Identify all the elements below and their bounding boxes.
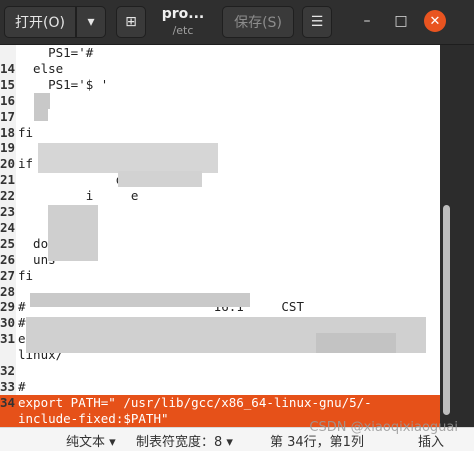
code-line: 27 fi <box>0 268 440 284</box>
code-text: PS1='# <box>18 45 94 60</box>
new-document-icon[interactable]: ⊞ <box>116 6 146 38</box>
line-number: 23 <box>0 204 16 219</box>
code-line: 32 <box>0 363 440 379</box>
document-path: /etc <box>172 24 194 37</box>
line-number: 26 <box>0 251 16 267</box>
code-text: do <box>18 235 49 251</box>
code-line: PS1='# <box>0 45 440 61</box>
language-selector[interactable]: 纯文本 ▾ <box>66 431 116 450</box>
save-button[interactable]: 保存(S) <box>222 6 294 38</box>
code-line: 15 PS1='$ ' <box>0 77 440 93</box>
code-text: include-fixed:$PATH" <box>18 410 169 426</box>
line-number: 16 <box>0 92 16 108</box>
code-line: 16 <box>0 93 440 109</box>
document-title: pro... <box>161 6 205 22</box>
code-text: else <box>18 60 64 76</box>
line-number: 29 <box>0 299 16 315</box>
code-line: 21 d/*.sh; do <box>0 172 440 188</box>
blur-block <box>38 143 218 173</box>
watermark: CSDN @xiaoqixiaoguai <box>309 420 458 435</box>
code-text: i e <box>18 188 139 204</box>
code-text: fi <box>18 267 34 283</box>
line-number: 18 <box>0 124 16 140</box>
line-number: 31 <box>0 331 16 347</box>
line-number: 28 <box>0 283 16 299</box>
blur-block <box>48 205 98 261</box>
line-number: 30 <box>0 315 16 331</box>
code-line: 14 else <box>0 61 440 77</box>
line-number: 27 <box>0 267 16 283</box>
tab-width-selector[interactable]: 制表符宽度：8 ▾ <box>136 431 233 450</box>
blur-block <box>316 333 396 353</box>
line-number: 34 <box>0 394 16 410</box>
line-number: 17 <box>0 108 16 124</box>
line-number: 14 <box>0 60 16 76</box>
minimize-icon[interactable]: – <box>356 10 378 32</box>
code-text: PS1='$ ' <box>18 76 109 92</box>
code-line: 22 i e <box>0 188 440 204</box>
line-number: 22 <box>0 188 16 204</box>
line-number: 32 <box>0 363 16 378</box>
blur-block <box>30 293 250 307</box>
scrollbar-thumb[interactable] <box>443 205 450 415</box>
line-number: 21 <box>0 172 16 188</box>
maximize-icon[interactable]: □ <box>390 10 412 32</box>
line-number: 25 <box>0 235 16 251</box>
open-menu-chevron-icon[interactable]: ▾ <box>76 6 106 38</box>
line-number: 20 <box>0 156 16 172</box>
line-number: 19 <box>0 140 16 156</box>
close-icon[interactable]: ✕ <box>424 10 446 32</box>
line-number: 24 <box>0 219 16 235</box>
blur-block <box>118 171 202 187</box>
blur-block <box>34 107 48 121</box>
code-line: 17 <box>0 109 440 125</box>
text-editor[interactable]: PS1='# 14 else 15 PS1='$ ' 16 17 18 fi 19 20 if… <box>0 45 440 427</box>
header-bar: 打开(O) ▾ ⊞ pro... /etc 保存(S) ☰ – □ ✕ <box>0 0 474 45</box>
code-text: # <box>18 378 26 394</box>
code-line: 34 export PATH=" /usr/lib/gcc/x86_64-linu… <box>0 394 440 411</box>
hamburger-menu-icon[interactable]: ☰ <box>302 6 332 38</box>
code-text: fi <box>18 124 34 140</box>
code-line: 18 fi <box>0 125 440 141</box>
open-button[interactable]: 打开(O) <box>4 6 76 38</box>
code-line: 33 # <box>0 379 440 395</box>
line-number: 15 <box>0 76 16 92</box>
code-text: export PATH=" /usr/lib/gcc/x86_64-linux-… <box>18 394 372 410</box>
line-number: 33 <box>0 378 16 394</box>
